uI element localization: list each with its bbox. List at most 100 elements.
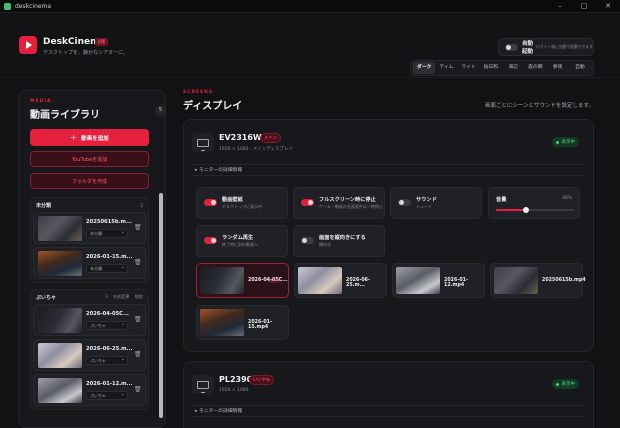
fullscreen-pause-switch[interactable] [301, 199, 314, 206]
monitor-resolution: 1920 × 1080 · メインディスプレイ [219, 147, 294, 152]
group-puicha: ぷいちゃ 3 名前変更 削除 2026-04-05C... ぷいちゃ 🗑 202… [30, 289, 149, 410]
option-title: 画面を縦向きにする [319, 235, 366, 241]
option-sub: ミュート [416, 204, 432, 209]
list-item[interactable]: 2026-06-25.m... ぷいちゃ 🗑 [33, 339, 146, 371]
autostart-toggle[interactable]: 自動起動 ログイン後に自動で起動できます [498, 38, 594, 56]
video-name: 20250615b.m... [86, 219, 132, 225]
sidebar-scrollbar[interactable] [159, 193, 163, 418]
volume-label: 音量 [496, 197, 507, 203]
video-thumbnail [38, 378, 82, 403]
trash-icon[interactable]: 🗑 [134, 386, 142, 393]
volume-fill [496, 209, 526, 211]
trash-icon[interactable]: 🗑 [134, 224, 142, 231]
monitor-name: EV2316W [219, 133, 262, 142]
video-name: 2026-01-12.mp4 [444, 278, 469, 288]
theme-selector: ダーク ティム ライト 桜日和 海辺 森の朝 夢夜 自動 [410, 60, 594, 76]
list-item[interactable]: 2026-01-12.m... ぷいちゃ 🗑 [33, 374, 146, 406]
theme-sea[interactable]: 海辺 [502, 62, 524, 74]
group-count: 2 [140, 202, 143, 208]
autostart-switch[interactable] [505, 43, 518, 51]
window-controls: – □ ✕ [548, 0, 620, 13]
playing-badge: 再生中 [269, 278, 281, 283]
status-badge: 表示中 [551, 137, 579, 147]
option-sub: ゲーム・動画の全画面中は一時停止 [319, 204, 383, 209]
trash-icon[interactable]: 🗑 [134, 259, 142, 266]
video-tile[interactable]: 2026-01-12.mp4 [392, 263, 485, 298]
video-thumbnail [200, 309, 244, 336]
create-folder-button[interactable]: フォルダを作成 [30, 173, 149, 189]
option-random-play[interactable]: ランダム再生 終了時に別の動画へ [196, 225, 288, 257]
trash-icon[interactable]: 🗑 [134, 351, 142, 358]
volume-slider[interactable] [496, 207, 574, 213]
video-thumbnail [38, 216, 82, 241]
trash-icon[interactable]: 🗑 [134, 316, 142, 323]
folder-select[interactable]: ぷいちゃ [86, 356, 128, 365]
video-tile[interactable]: 2026-06-25.m... [294, 263, 387, 298]
folder-select[interactable]: ぷいちゃ [86, 321, 128, 330]
random-play-switch[interactable] [204, 237, 217, 244]
sidebar-kicker: MEDIA [30, 99, 52, 104]
page-title: ディスプレイ [183, 101, 243, 112]
theme-light[interactable]: ライト [458, 62, 480, 74]
monitor-details-toggle[interactable]: ▸ モニターの詳細情報 [192, 164, 585, 176]
video-tile-active[interactable]: 2026-04-05C... 再生中 [196, 263, 289, 298]
option-fullscreen-pause[interactable]: フルスクリーン時に停止 ゲーム・動画の全画面中は一時停止 [293, 187, 385, 219]
beta-badge: β版 [95, 38, 109, 46]
app-icon [4, 2, 11, 10]
group-header: 未分類 2 [31, 198, 148, 212]
monitor-details-toggle[interactable]: ▸ モニターの詳細情報 [192, 405, 585, 417]
option-sub: 終了時に別の動画へ [222, 242, 258, 247]
list-item[interactable]: 20250615b.m... 未分類 🗑 [33, 212, 146, 244]
monitor-badge: メイン [260, 133, 281, 143]
folder-select[interactable]: 未分類 [86, 229, 128, 238]
rename-group-button[interactable]: 名前変更 [113, 294, 130, 300]
add-video-label: 動画を追加 [81, 135, 109, 142]
theme-night[interactable]: 夢夜 [547, 62, 569, 74]
delete-group-button[interactable]: 削除 [135, 294, 143, 300]
details-label: モニターの詳細情報 [198, 409, 243, 414]
list-item[interactable]: 2026-04-05C... ぷいちゃ 🗑 [33, 304, 146, 336]
add-video-button[interactable]: + 動画を追加 [30, 129, 149, 146]
video-tile[interactable]: 20250615b.mp4 [490, 263, 586, 298]
sound-switch[interactable] [398, 199, 411, 206]
theme-forest[interactable]: 森の朝 [524, 62, 546, 74]
video-name: 2026-01-12.m... [86, 381, 133, 387]
volume-control: 音量 38% [488, 187, 580, 219]
window-title: deskcinema [15, 2, 52, 10]
option-sound[interactable]: サウンド ミュート [390, 187, 482, 219]
details-label: モニターの詳細情報 [198, 168, 243, 173]
group-meta: 2 [140, 203, 143, 208]
close-button[interactable]: ✕ [596, 0, 620, 13]
group-header: ぷいちゃ 3 名前変更 削除 [31, 290, 148, 304]
group-name: ぷいちゃ [36, 294, 57, 301]
autostart-label: 自動起動 [522, 41, 534, 55]
video-tile[interactable]: 2026-01-15.mp4 [196, 305, 289, 340]
folder-select[interactable]: ぷいちゃ [86, 391, 128, 400]
video-name: 2026-01-15.mp4 [248, 320, 273, 330]
theme-sakura[interactable]: 桜日和 [480, 62, 502, 74]
video-thumbnail [396, 267, 440, 294]
list-item[interactable]: 2026-01-15.m... 未分類 🗑 [33, 247, 146, 279]
group-uncategorized: 未分類 2 20250615b.m... 未分類 🗑 2026-01-15.m.… [30, 197, 149, 283]
option-title: フルスクリーン時に停止 [319, 197, 376, 203]
theme-auto[interactable]: 自動 [569, 62, 591, 74]
video-wallpaper-switch[interactable] [204, 199, 217, 206]
group-name: 未分類 [36, 202, 52, 209]
option-portrait[interactable]: 画面を縦向きにする 横向き [293, 225, 385, 257]
video-thumbnail [200, 267, 244, 294]
theme-dark[interactable]: ダーク [413, 62, 436, 74]
folder-select[interactable]: 未分類 [86, 264, 128, 273]
monitor-card-pl2390: PL2390 いいやも 1920 × 1080 表示中 ▸ モニターの詳細情報 [183, 361, 594, 428]
add-youtube-button[interactable]: YouTubeを追加 [30, 151, 149, 167]
maximize-button[interactable]: □ [572, 0, 596, 13]
monitor-resolution: 1920 × 1080 [219, 388, 249, 393]
minimize-button[interactable]: – [548, 0, 572, 13]
volume-knob[interactable] [522, 207, 529, 213]
monitor-icon [197, 381, 209, 393]
option-video-wallpaper[interactable]: 動画壁紙 デスクトップに表示中 [196, 187, 288, 219]
portrait-switch[interactable] [301, 237, 314, 244]
theme-tim[interactable]: ティム [435, 62, 457, 74]
video-thumbnail [38, 308, 82, 333]
plus-icon: + [70, 133, 78, 142]
monitor-name: PL2390 [219, 375, 253, 384]
